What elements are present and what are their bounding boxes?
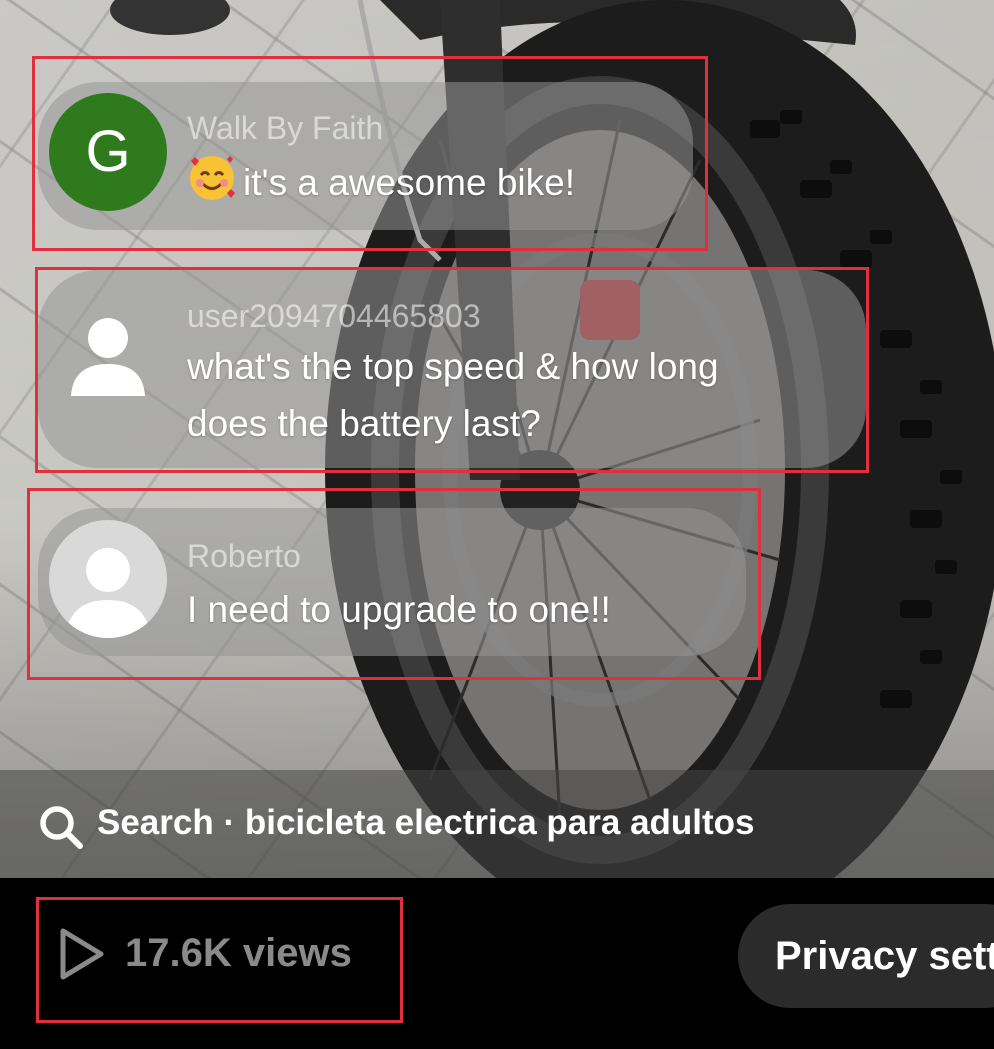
search-icon (40, 806, 83, 849)
comment-username[interactable]: Roberto (187, 538, 301, 575)
search-suggestion-label[interactable]: Search · bicicleta electrica para adulto… (97, 803, 755, 843)
smiling-face-with-hearts-icon (190, 156, 235, 200)
default-person-icon (65, 548, 151, 638)
video-screen: G Walk By Faith it's a awesome bike! use… (0, 0, 994, 1049)
default-person-icon (71, 318, 145, 396)
avatar[interactable]: G (49, 93, 167, 211)
comment-username[interactable]: user2094704465803 (187, 298, 481, 335)
comment-text-line: what's the top speed & how long (187, 346, 719, 387)
comment-username[interactable]: Walk By Faith (187, 110, 383, 147)
avatar-letter: G (85, 119, 131, 184)
comment-text: I need to upgrade to one!! (187, 589, 611, 630)
privacy-settings-button[interactable]: Privacy settings (738, 904, 994, 1008)
avatar[interactable] (49, 520, 167, 638)
play-icon (60, 928, 104, 980)
comment-text: it's a awesome bike! (243, 162, 575, 203)
comment-text-row: it's a awesome bike! (187, 153, 575, 211)
view-count: 17.6K views (125, 931, 352, 975)
avatar[interactable] (49, 296, 167, 414)
comment-text-line: does the battery last? (187, 403, 541, 444)
